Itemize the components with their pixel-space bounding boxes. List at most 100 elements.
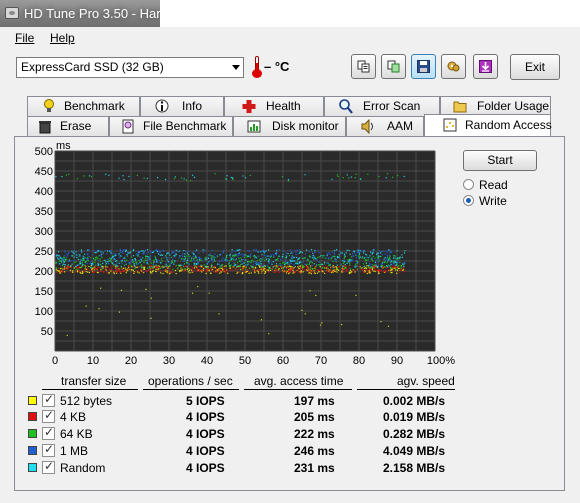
data-point — [120, 289, 123, 292]
series-checkbox[interactable] — [42, 442, 55, 457]
data-point — [108, 174, 110, 176]
data-point — [363, 267, 366, 269]
data-point — [184, 268, 186, 270]
data-point — [364, 269, 367, 271]
data-point — [339, 256, 341, 259]
data-point — [194, 256, 196, 259]
data-point — [92, 257, 95, 260]
data-point — [358, 253, 361, 256]
data-point — [399, 271, 401, 273]
data-point — [333, 268, 335, 270]
data-point — [124, 261, 126, 263]
data-point — [138, 260, 140, 262]
series-checkbox[interactable] — [42, 392, 55, 407]
data-point — [143, 260, 145, 262]
data-point — [351, 259, 354, 261]
data-point — [164, 178, 167, 181]
data-point — [84, 261, 87, 263]
data-point — [257, 255, 259, 257]
data-point — [61, 264, 64, 267]
series-checkbox[interactable] — [42, 408, 55, 423]
data-point — [356, 261, 359, 263]
data-point — [287, 253, 289, 255]
data-point — [314, 249, 316, 252]
data-point — [120, 265, 122, 268]
data-point — [283, 261, 285, 263]
series-checkbox[interactable] — [42, 425, 55, 440]
data-point — [210, 266, 212, 268]
data-point — [128, 262, 130, 264]
data-point — [265, 269, 268, 271]
data-point — [392, 255, 395, 257]
data-point — [198, 252, 200, 254]
data-point — [367, 259, 369, 261]
data-point — [62, 259, 64, 261]
data-point — [233, 250, 235, 252]
data-point — [292, 269, 294, 271]
data-point — [97, 262, 99, 264]
data-point — [241, 272, 244, 274]
data-point — [390, 272, 392, 274]
data-point — [376, 253, 378, 256]
data-point — [140, 260, 143, 262]
data-point — [206, 266, 208, 268]
data-point — [298, 262, 301, 264]
data-point — [115, 253, 117, 255]
data-point — [334, 258, 336, 260]
data-point — [79, 262, 82, 264]
data-point — [118, 253, 120, 255]
data-point — [115, 270, 117, 273]
data-point — [100, 263, 102, 266]
data-point — [341, 269, 343, 271]
data-point — [275, 249, 278, 252]
data-point — [288, 255, 291, 257]
data-point — [380, 320, 382, 323]
data-point — [163, 250, 165, 252]
data-point — [236, 266, 238, 268]
series-checkbox[interactable] — [42, 459, 55, 474]
data-point — [210, 259, 213, 262]
data-point — [211, 258, 213, 260]
read-radio[interactable] — [463, 179, 474, 190]
data-point — [198, 270, 200, 272]
data-point — [100, 269, 102, 271]
data-point — [68, 251, 70, 253]
data-point — [296, 249, 298, 251]
data-point — [395, 264, 398, 266]
data-point — [78, 255, 80, 257]
data-point — [275, 253, 278, 255]
data-point — [98, 266, 100, 268]
data-point — [229, 267, 232, 269]
data-point — [345, 270, 347, 272]
data-point — [189, 272, 191, 274]
data-point — [386, 254, 388, 256]
data-point — [187, 263, 190, 265]
data-point — [298, 252, 300, 254]
data-point — [268, 266, 270, 269]
data-point — [213, 259, 215, 261]
data-point — [214, 257, 216, 259]
data-point — [268, 268, 270, 270]
data-point — [347, 259, 349, 261]
data-point — [78, 270, 80, 273]
data-point — [258, 264, 260, 266]
data-point — [264, 267, 266, 270]
data-point — [299, 257, 301, 259]
data-point — [222, 269, 224, 271]
data-point — [188, 257, 190, 259]
data-point — [394, 261, 397, 263]
data-point — [305, 253, 307, 255]
data-point — [177, 267, 179, 269]
data-point — [377, 255, 380, 257]
data-point — [242, 175, 244, 177]
data-point — [263, 252, 265, 254]
data-point — [271, 263, 273, 266]
write-radio[interactable] — [463, 195, 474, 206]
data-point — [69, 266, 71, 268]
data-point — [287, 263, 289, 265]
start-button[interactable]: Start — [463, 150, 537, 171]
data-point — [122, 270, 124, 272]
data-point — [353, 250, 355, 252]
data-point — [350, 176, 352, 178]
data-point — [358, 252, 361, 254]
